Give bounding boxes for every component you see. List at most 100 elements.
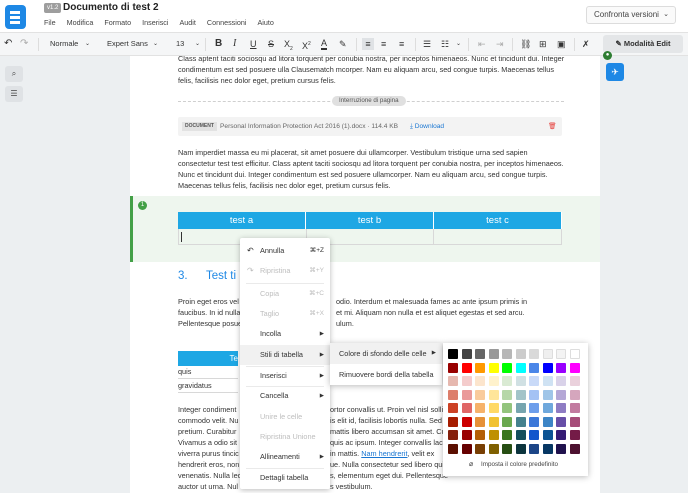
color-swatch[interactable] xyxy=(515,416,526,427)
align-left-icon[interactable]: ≡ xyxy=(362,38,374,50)
menu-item-insert[interactable]: Inserisci ▶ xyxy=(240,366,330,386)
color-swatch[interactable] xyxy=(529,416,539,427)
menu-item-unmerge[interactable]: Ripristina Unione xyxy=(240,427,330,447)
menu-item-copy[interactable]: Copia ⌘+C xyxy=(240,284,330,304)
table-cell[interactable]: gravidatus xyxy=(178,380,212,392)
color-swatch[interactable] xyxy=(488,443,499,454)
color-swatch[interactable] xyxy=(556,430,566,440)
menu-file[interactable]: File xyxy=(44,18,56,27)
pin-icon[interactable]: ✈ xyxy=(606,63,624,81)
color-swatch[interactable] xyxy=(502,416,512,427)
color-swatch[interactable] xyxy=(569,389,580,400)
color-swatch[interactable] xyxy=(542,430,553,440)
color-swatch[interactable] xyxy=(461,389,472,400)
menu-item-table-details[interactable]: Dettagli tabella xyxy=(240,468,330,488)
color-swatch[interactable] xyxy=(475,389,485,400)
menu-item-remove-borders[interactable]: Rimuovere bordi della tabella xyxy=(330,364,442,385)
table-icon[interactable]: ⊞ xyxy=(539,38,547,50)
color-swatch[interactable] xyxy=(529,362,539,373)
color-swatch[interactable] xyxy=(569,416,580,427)
color-swatch[interactable] xyxy=(529,349,539,359)
color-swatch[interactable] xyxy=(542,416,553,427)
link-icon[interactable]: ⛓ xyxy=(520,38,531,50)
color-swatch[interactable] xyxy=(556,362,566,373)
comment-count-badge[interactable]: ● xyxy=(603,51,612,60)
menu-item-paste[interactable]: Incolla ▶ xyxy=(240,324,330,344)
redo-icon[interactable]: ↷ xyxy=(20,38,28,50)
color-swatch[interactable] xyxy=(488,403,499,413)
font-family-select[interactable]: Expert Sans xyxy=(107,38,148,50)
menu-edit[interactable]: Modifica xyxy=(67,18,94,27)
color-swatch[interactable] xyxy=(448,403,458,413)
color-swatch[interactable] xyxy=(475,430,485,440)
color-swatch[interactable] xyxy=(542,362,553,373)
color-swatch[interactable] xyxy=(542,376,553,386)
section-number-badge[interactable]: 1 xyxy=(138,201,147,210)
color-swatch[interactable] xyxy=(529,389,539,400)
color-swatch[interactable] xyxy=(569,362,580,373)
strikethrough-icon[interactable]: S xyxy=(268,38,274,50)
table-header-cell[interactable]: test c xyxy=(434,212,562,229)
font-size-select[interactable]: 13 xyxy=(176,38,184,50)
color-swatch[interactable] xyxy=(461,362,472,373)
color-swatch[interactable] xyxy=(448,416,458,427)
color-swatch[interactable] xyxy=(475,403,485,413)
color-swatch[interactable] xyxy=(461,416,472,427)
color-swatch[interactable] xyxy=(475,443,485,454)
color-swatch[interactable] xyxy=(488,416,499,427)
undo-icon[interactable]: ↶ xyxy=(4,38,12,50)
color-swatch[interactable] xyxy=(488,362,499,373)
color-swatch[interactable] xyxy=(502,362,512,373)
menu-item-undo[interactable]: ↶ Annulla ⌘+Z xyxy=(240,241,330,261)
color-swatch[interactable] xyxy=(569,376,580,386)
color-swatch[interactable] xyxy=(569,430,580,440)
color-swatch[interactable] xyxy=(515,443,526,454)
menu-format[interactable]: Formato xyxy=(104,18,131,27)
color-swatch[interactable] xyxy=(448,362,458,373)
color-swatch[interactable] xyxy=(556,389,566,400)
color-swatch[interactable] xyxy=(529,443,539,454)
color-swatch[interactable] xyxy=(488,349,499,359)
color-swatch[interactable] xyxy=(542,389,553,400)
menu-item-alignments[interactable]: Allineamenti ▶ xyxy=(240,447,330,467)
menu-help[interactable]: Aiuto xyxy=(257,18,273,27)
menu-item-merge-cells[interactable]: Unire le celle xyxy=(240,407,330,427)
highlight-icon[interactable]: ✎ xyxy=(339,38,347,50)
align-right-icon[interactable]: ≡ xyxy=(399,38,404,50)
menu-audit[interactable]: Audit xyxy=(180,18,196,27)
color-swatch[interactable] xyxy=(529,376,539,386)
menu-connections[interactable]: Connessioni xyxy=(207,18,247,27)
menu-insert[interactable]: Inserisci xyxy=(142,18,168,27)
menu-item-table-styles[interactable]: Stili di tabella ▶ xyxy=(240,345,330,365)
document-title[interactable]: Documento di test 2 xyxy=(63,1,159,15)
table-header-cell[interactable]: test a xyxy=(178,212,306,229)
bullet-list-icon[interactable]: ☰ xyxy=(423,38,431,50)
color-swatch[interactable] xyxy=(569,403,580,413)
color-swatch[interactable] xyxy=(475,376,485,386)
color-swatch[interactable] xyxy=(502,443,512,454)
color-swatch[interactable] xyxy=(448,430,458,440)
color-swatch[interactable] xyxy=(488,430,499,440)
color-swatch[interactable] xyxy=(569,443,580,454)
color-swatch[interactable] xyxy=(502,376,512,386)
edit-mode-button[interactable]: ✎ Modalità Edit xyxy=(603,35,683,53)
color-swatch[interactable] xyxy=(448,389,458,400)
color-swatch[interactable] xyxy=(515,403,526,413)
table-cell[interactable]: quis xyxy=(178,366,191,378)
align-center-icon[interactable]: ≡ xyxy=(381,38,386,50)
image-icon[interactable]: ▣ xyxy=(557,38,566,50)
italic-icon[interactable]: I xyxy=(233,38,236,50)
color-swatch[interactable] xyxy=(475,416,485,427)
color-swatch[interactable] xyxy=(515,389,526,400)
color-swatch[interactable] xyxy=(461,443,472,454)
color-swatch[interactable] xyxy=(515,430,526,440)
paragraph-style-select[interactable]: Normale xyxy=(50,38,78,50)
color-swatch[interactable] xyxy=(515,362,526,373)
subscript-icon[interactable]: X2 xyxy=(284,38,293,55)
trash-icon[interactable]: 🗑 xyxy=(548,117,556,136)
hyperlink[interactable]: Nam hendrerit xyxy=(361,449,407,458)
color-swatch[interactable] xyxy=(502,430,512,440)
numbered-list-icon[interactable]: ☷ xyxy=(441,38,449,50)
color-swatch[interactable] xyxy=(448,349,458,359)
color-swatch[interactable] xyxy=(556,416,566,427)
